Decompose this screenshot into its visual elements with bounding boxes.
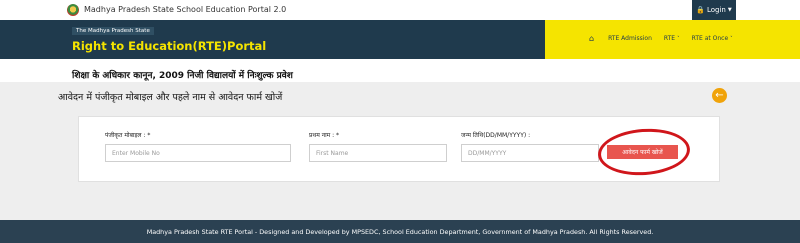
section-heading: आवेदन में पंजीकृत मोबाइल और पहले नाम से … — [58, 92, 283, 103]
lock-icon: 🔒 — [696, 6, 705, 14]
chevron-down-icon: ˅ — [677, 35, 680, 42]
dob-input[interactable] — [461, 144, 599, 162]
portal-title: Right to Education(RTE)Portal — [72, 39, 267, 53]
nav-item-rte-at-once[interactable]: RTE at Once ˅ — [692, 35, 733, 42]
chevron-down-icon: ˅ — [730, 35, 733, 42]
login-label: Login — [706, 6, 726, 14]
state-tag: The Madhya Pradesh State — [72, 27, 154, 35]
first-name-input[interactable] — [309, 144, 447, 162]
mobile-input[interactable] — [105, 144, 291, 162]
home-icon[interactable]: ⌂ — [589, 34, 594, 43]
main-nav: ⌂ RTE Admission RTE ˅ RTE at Once ˅ — [589, 34, 745, 43]
mobile-label: पंजीकृत मोबाइल : * — [105, 132, 151, 139]
first-name-label: प्रथम नाम : * — [309, 132, 340, 139]
footer: Madhya Pradesh State RTE Portal - Design… — [0, 220, 800, 243]
page-title: शिक्षा के अधिकार कानून, 2009 निजी विद्या… — [72, 71, 293, 81]
banner: The Madhya Pradesh State Right to Educat… — [0, 20, 800, 59]
nav-item-rte[interactable]: RTE ˅ — [664, 35, 680, 42]
arrow-left-icon[interactable]: ← — [712, 88, 727, 103]
caret-down-icon: ▼ — [727, 7, 732, 13]
nav-item-rte-admission[interactable]: RTE Admission — [608, 35, 652, 42]
login-button[interactable]: 🔒 Login ▼ — [692, 0, 736, 20]
mp-emblem-icon — [67, 4, 79, 16]
banner-left: The Madhya Pradesh State Right to Educat… — [0, 20, 545, 59]
footer-text: Madhya Pradesh State RTE Portal - Design… — [146, 227, 654, 236]
portal-name: Madhya Pradesh State School Education Po… — [84, 5, 287, 14]
search-application-button[interactable]: आवेदन फार्म खोजें — [607, 145, 678, 159]
dob-label: जन्म तिथि(DD/MM/YYYY) : — [461, 132, 531, 139]
top-bar: Madhya Pradesh State School Education Po… — [0, 0, 800, 20]
